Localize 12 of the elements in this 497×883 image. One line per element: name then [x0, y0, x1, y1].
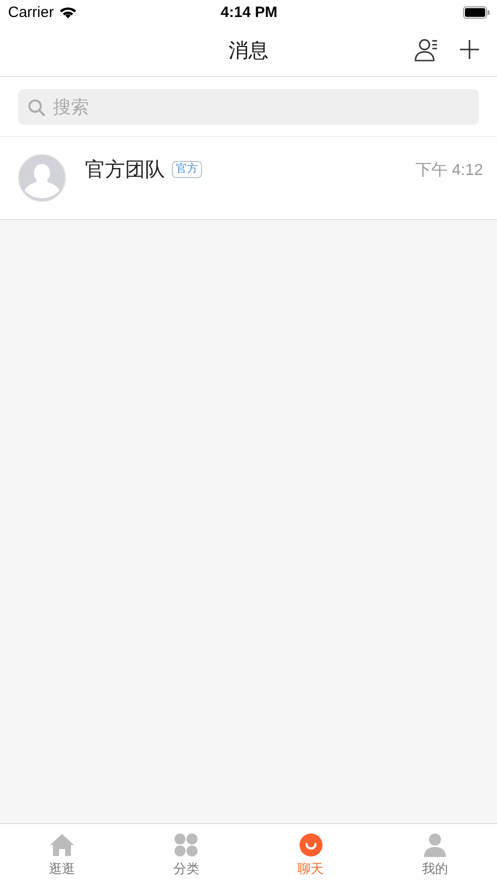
page-title: 消息 — [228, 39, 268, 64]
tab-item[interactable]: 分类 — [124, 824, 248, 883]
conversation-row[interactable]: 官方团队 官方 下午 4:12 — [0, 137, 497, 220]
contact-name: 官方团队 — [85, 156, 165, 183]
search-field[interactable]: 搜索 — [18, 89, 479, 125]
tab-item[interactable]: 逛逛 — [0, 824, 124, 883]
official-tag: 官方 — [172, 161, 202, 178]
status-time: 4:14 PM — [220, 4, 278, 21]
carrier-name: Carrier — [8, 4, 54, 21]
message-time: 下午 4:12 — [415, 161, 483, 181]
tab-item[interactable]: 我的 — [372, 824, 497, 883]
tab-item[interactable]: 聊天 — [248, 824, 373, 883]
